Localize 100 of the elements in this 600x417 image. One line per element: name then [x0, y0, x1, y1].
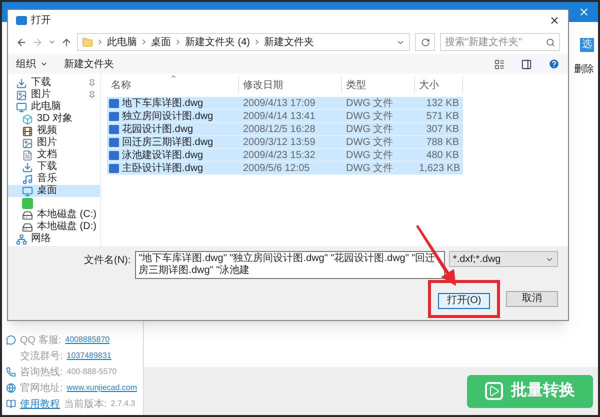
version-label: 当前版本:: [64, 398, 107, 412]
search-field[interactable]: 搜索"新建文件夹": [440, 33, 560, 51]
file-date: 2009/4/23 15:32: [242, 148, 316, 162]
toolbar-button[interactable]: 组织: [16, 56, 48, 72]
folder-icon: [82, 36, 93, 48]
breadcrumb-item[interactable]: 新建文件夹 (4): [185, 34, 250, 50]
nav-item[interactable]: 音乐: [8, 173, 100, 185]
preview-pane-icon[interactable]: [521, 58, 532, 70]
nav-item[interactable]: 图片: [8, 89, 100, 101]
nav-item[interactable]: 此电脑: [8, 101, 100, 113]
app-icon: [16, 16, 27, 24]
caret-icon[interactable]: [48, 38, 56, 46]
drive-icon: [22, 222, 33, 232]
download-icon: [16, 78, 27, 88]
file-size: 788 KB: [425, 136, 460, 150]
column-header[interactable]: 类型: [342, 77, 415, 93]
breadcrumb-item[interactable]: 桌面: [151, 34, 171, 50]
nav-item[interactable]: 本地磁盘 (C:): [8, 209, 100, 221]
app-icon: [22, 198, 33, 208]
delete-link[interactable]: 删除: [574, 62, 594, 77]
contact-label: 交流群号:: [20, 350, 63, 364]
file-name: 回迁房三期详图.dwg: [122, 136, 214, 150]
nav-label: 音乐: [37, 174, 57, 184]
column-header[interactable]: 修改日期: [239, 77, 342, 93]
nav-item[interactable]: 下载: [8, 161, 100, 173]
breadcrumb-item[interactable]: 此电脑: [107, 34, 137, 50]
file-type: DWG 文件: [345, 162, 394, 176]
pin-icon: [88, 91, 96, 99]
file-name: 泳池建设详图.dwg: [122, 148, 204, 162]
globe-icon: [6, 383, 16, 393]
up-icon[interactable]: [61, 36, 72, 48]
search-icon[interactable]: [546, 38, 555, 46]
column-header[interactable]: 名称: [107, 77, 239, 93]
cube-icon: [22, 114, 33, 124]
network-icon: [16, 234, 27, 244]
file-size: 571 KB: [425, 110, 460, 124]
column-header[interactable]: 大小: [415, 77, 463, 93]
open-button[interactable]: 打开(O): [438, 293, 490, 309]
file-date: 2008/12/5 16:28: [242, 122, 316, 136]
file-type: DWG 文件: [345, 136, 394, 150]
nav-item[interactable]: 桌面: [8, 185, 100, 197]
file-name: 独立房间设计图.dwg: [122, 110, 214, 124]
file-row[interactable]: 花园设计图.dwg 2008/12/5 16:28 DWG 文件 307 KB: [107, 123, 463, 136]
file-row[interactable]: 地下车库详图.dwg 2009/4/13 17:09 DWG 文件 132 KB: [107, 97, 463, 110]
nav-item[interactable]: 网络: [8, 233, 100, 245]
file-name: 主卧设计详图.dwg: [122, 162, 204, 176]
nav-label: 视频: [37, 126, 57, 136]
contact-label: QQ 客服:: [20, 334, 62, 348]
file-type: DWG 文件: [345, 148, 394, 162]
file-name: 花园设计图.dwg: [122, 122, 194, 136]
help-icon[interactable]: [548, 58, 560, 70]
nav-item[interactable]: 视频: [8, 125, 100, 137]
caret-icon: [40, 60, 48, 68]
nav-item[interactable]: 下载: [8, 77, 100, 89]
file-row[interactable]: 回迁房三期详图.dwg 2009/3/12 13:59 DWG 文件 788 KB: [107, 136, 463, 149]
nav-item[interactable]: 本地磁盘 (D:): [8, 221, 100, 233]
file-type-dropdown[interactable]: *.dxf;*.dwg: [448, 251, 558, 267]
file-row[interactable]: 泳池建设详图.dwg 2009/4/23 15:32 DWG 文件 480 KB: [107, 149, 463, 162]
close-icon[interactable]: [549, 14, 560, 26]
play-icon: [485, 382, 503, 400]
toolbar-button[interactable]: 新建文件夹: [64, 56, 114, 72]
refresh-button[interactable]: [415, 33, 435, 51]
refresh-icon: [420, 38, 430, 46]
file-size: 1,623 KB: [418, 162, 462, 176]
contact-link[interactable]: www.xunjiecad.com: [66, 382, 138, 394]
file-size: 480 KB: [425, 148, 460, 162]
contact-link[interactable]: 4008885870: [65, 334, 110, 346]
book-icon: [6, 399, 16, 409]
pin-icon: [88, 79, 96, 87]
cancel-button[interactable]: 取消: [506, 291, 558, 307]
chevron-icon: [140, 38, 148, 46]
desktop-icon: [22, 186, 33, 196]
download-icon: [22, 162, 33, 172]
address-bar[interactable]: 此电脑 桌面 新建文件夹 (4) 新建文件夹: [77, 33, 410, 51]
tutorial-link[interactable]: 使用教程: [20, 396, 60, 412]
nav-item[interactable]: 文档: [8, 149, 100, 161]
drive-icon: [22, 210, 33, 220]
filename-label: 文件名(N):: [84, 254, 131, 268]
chevron-icon: [174, 38, 182, 46]
nav-item[interactable]: 3D 对象: [8, 113, 100, 125]
back-icon[interactable]: [16, 36, 27, 48]
file-type: DWG 文件: [345, 96, 394, 110]
contact-value: 400-888-5570: [66, 366, 117, 378]
contact-link[interactable]: 1037489831: [66, 350, 112, 362]
breadcrumb-item[interactable]: 新建文件夹: [264, 34, 314, 50]
nav-label: 桌面: [37, 186, 57, 196]
file-size: 132 KB: [425, 96, 460, 110]
chevron-icon: [253, 38, 261, 46]
filename-field[interactable]: "地下车库详图.dwg" "独立房间设计图.dwg" "花园设计图.dwg" "回迁房三期详图.dwg" "泳池建: [134, 251, 445, 279]
docs-icon: [22, 150, 33, 160]
nav-item[interactable]: 图片: [8, 137, 100, 149]
video-icon: [22, 126, 33, 136]
file-row[interactable]: 独立房间设计图.dwg 2009/4/14 13:41 DWG 文件 571 KB: [107, 110, 463, 123]
view-icon[interactable]: [494, 58, 505, 70]
file-date: 2009/5/6 12:05: [242, 162, 311, 176]
nav-label: 图片: [37, 138, 57, 148]
file-row[interactable]: 主卧设计详图.dwg 2009/5/6 12:05 DWG 文件 1,623 KB: [107, 162, 463, 175]
computer-icon: [16, 102, 27, 112]
nav-label: 下载: [31, 78, 51, 88]
phone-icon: [6, 367, 16, 377]
